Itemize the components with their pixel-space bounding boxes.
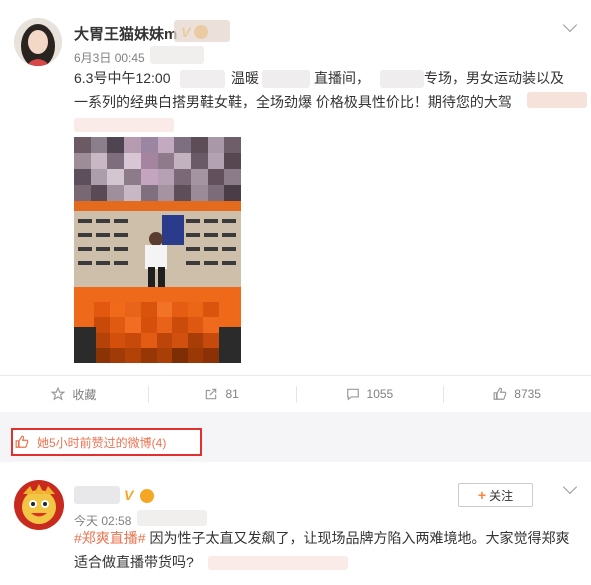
blurred-region bbox=[137, 510, 207, 526]
post-text-segment: 直播间， bbox=[314, 70, 370, 86]
post-action-bar: 收藏 81 1055 8735 bbox=[0, 375, 591, 412]
post-text-line2: 适合做直播带货吗? bbox=[74, 554, 194, 570]
liked-notice[interactable]: 她5小时前赞过的微博(4) bbox=[11, 428, 202, 456]
chevron-down-icon[interactable] bbox=[562, 479, 578, 495]
like-count: 8735 bbox=[514, 387, 541, 401]
share-icon bbox=[206, 388, 217, 400]
floor-pattern-left bbox=[74, 327, 96, 363]
blurred-region bbox=[380, 70, 424, 88]
post-text-line2: 一系列的经典白搭男鞋女鞋，全场劲爆 价格极具性价比！期待您的大驾 bbox=[74, 94, 512, 110]
thumb-up-icon bbox=[15, 435, 29, 448]
blurred-region bbox=[208, 556, 348, 570]
verified-icon: V bbox=[124, 487, 134, 503]
vip-icon bbox=[140, 489, 154, 503]
hashtag-link[interactable]: #郑爽直播# bbox=[74, 530, 146, 546]
chevron-down-icon[interactable] bbox=[562, 17, 578, 33]
comment-icon bbox=[346, 388, 359, 401]
share-button[interactable]: 81 bbox=[147, 376, 296, 412]
blurred-region bbox=[174, 20, 230, 42]
author-name-blurred[interactable] bbox=[74, 486, 120, 504]
blurred-region bbox=[527, 92, 587, 108]
post-text-segment: 温暖 bbox=[231, 70, 259, 86]
follow-button[interactable]: + 关注 bbox=[458, 483, 533, 507]
post-text-content: 因为性子太直又发飙了，让现场品牌方陷入两难境地。大家觉得郑爽 bbox=[149, 530, 570, 546]
post-image[interactable] bbox=[74, 137, 241, 363]
collect-button[interactable]: 收藏 bbox=[0, 376, 148, 412]
author-avatar[interactable] bbox=[14, 480, 64, 530]
post-text-line1: #郑爽直播# 因为性子太直又发飙了，让现场品牌方陷入两难境地。大家觉得郑爽 bbox=[74, 526, 569, 550]
blurred-region bbox=[262, 70, 310, 88]
weibo-post-card: V 今天 02:58 + 关注 #郑爽直播# 因为性子太直又发飙了，让现场品牌方… bbox=[0, 462, 591, 585]
post-timestamp[interactable]: 6月3日 00:45 bbox=[74, 49, 145, 66]
liked-notice-bar: 她5小时前赞过的微博(4) bbox=[0, 412, 591, 462]
collect-label: 收藏 bbox=[72, 387, 97, 402]
floor-pattern-right bbox=[219, 327, 241, 363]
author-avatar[interactable] bbox=[14, 18, 62, 66]
orange-wall bbox=[74, 201, 241, 211]
weibo-post-card: 大胃王猫妹妹m V 6月3日 00:45 6.3号中午12:00 温暖 直播间，… bbox=[0, 0, 591, 412]
thumb-up-icon bbox=[493, 387, 507, 400]
follow-label: 关注 bbox=[489, 488, 514, 503]
star-icon bbox=[51, 387, 66, 401]
plus-icon: + bbox=[477, 487, 487, 503]
blurred-region bbox=[74, 118, 174, 132]
liked-notice-text: 她5小时前赞过的微博(4) bbox=[37, 435, 167, 450]
pixelated-area bbox=[74, 137, 241, 201]
comment-count: 1055 bbox=[366, 387, 394, 401]
like-button[interactable]: 8735 bbox=[443, 376, 591, 412]
post-text-segment: 专场，男女运动装以及 bbox=[424, 70, 564, 86]
pixelated-area bbox=[94, 302, 219, 363]
blurred-region bbox=[150, 46, 204, 64]
comment-button[interactable]: 1055 bbox=[295, 376, 444, 412]
share-count: 81 bbox=[225, 387, 239, 401]
shoe-shelf bbox=[74, 211, 241, 287]
author-name[interactable]: 大胃王猫妹妹m bbox=[74, 23, 177, 44]
blurred-region bbox=[180, 70, 225, 88]
